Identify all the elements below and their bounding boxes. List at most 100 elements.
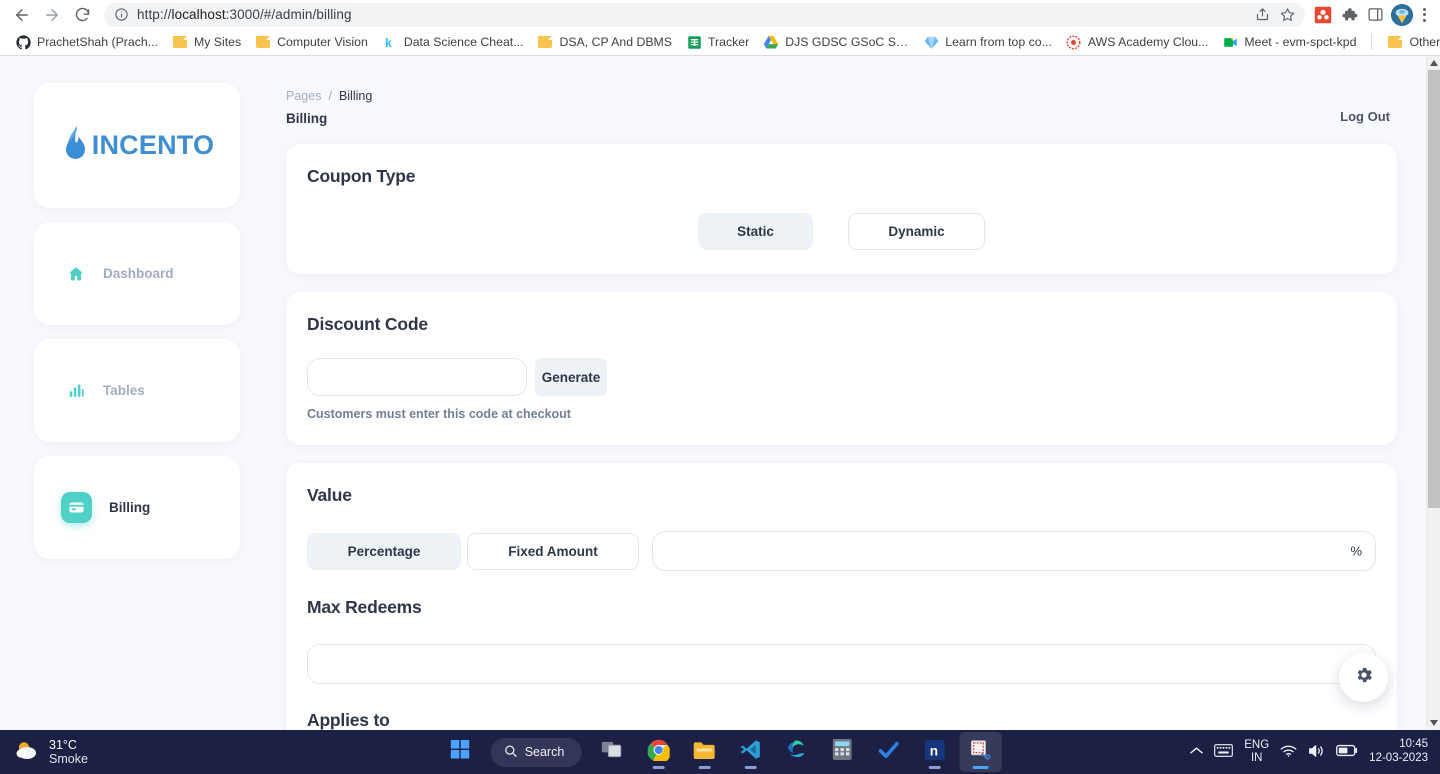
language-indicator[interactable]: ENG IN [1244, 739, 1269, 765]
logout-button[interactable]: Log Out [1340, 109, 1390, 124]
coupon-type-options: Static Dynamic [307, 213, 1376, 250]
extension-red-icon[interactable] [1313, 5, 1333, 25]
chrome-button[interactable] [637, 732, 679, 772]
profile-avatar[interactable] [1391, 3, 1413, 26]
value-percentage-button[interactable]: Percentage [307, 532, 461, 570]
taskbar-apps: Search n [439, 732, 1002, 772]
language-line-2: IN [1250, 752, 1263, 764]
edge-button[interactable] [775, 732, 817, 772]
coupon-type-card: Coupon Type Static Dynamic [286, 144, 1397, 274]
volume-icon[interactable] [1308, 744, 1325, 761]
scroll-up-arrow-icon[interactable] [1427, 56, 1440, 70]
file-explorer-button[interactable] [683, 732, 725, 772]
notion-button[interactable]: n [913, 732, 955, 772]
bookmark-item[interactable]: PrachetShah (Prach... [8, 31, 165, 53]
app-page: INCENTO Dashboard Tables Billing Pages /… [0, 56, 1426, 730]
chevron-up-icon[interactable] [1190, 746, 1204, 758]
brand-name: INCENTO [91, 130, 215, 160]
taskbar-weather-widget[interactable]: 31°C Smoke [0, 738, 88, 767]
kaggle-icon: k [382, 34, 398, 50]
back-arrow-icon[interactable] [8, 1, 36, 29]
sidebar-item-label: Dashboard [103, 266, 174, 281]
bookmark-item[interactable]: DJS GDSC GSoC Se... [756, 31, 916, 53]
taskbar-clock[interactable]: 10:45 12-03-2023 [1369, 738, 1428, 766]
sidebar-item-label: Billing [109, 500, 151, 515]
cloud-sun-icon [14, 738, 40, 767]
site-info-icon[interactable] [114, 7, 129, 22]
taskbar-search-label: Search [524, 745, 565, 759]
flame-logo-icon [60, 125, 90, 166]
sidebar-item-billing[interactable]: Billing [34, 456, 240, 559]
page-scrollbar[interactable] [1426, 56, 1440, 730]
clock-date: 12-03-2023 [1369, 752, 1428, 764]
wifi-icon[interactable] [1280, 744, 1297, 761]
side-panel-icon[interactable] [1365, 5, 1385, 25]
value-input-wrap: % [652, 531, 1376, 571]
value-suffix: % [1350, 543, 1362, 559]
main-content: Pages / Billing Billing Log Out Coupon T… [286, 56, 1426, 730]
scroll-down-arrow-icon[interactable] [1427, 716, 1440, 730]
discount-code-card: Discount Code Generate Customers must en… [286, 292, 1397, 445]
coupon-type-dynamic-button[interactable]: Dynamic [848, 213, 985, 250]
snipping-tool-icon [970, 739, 991, 765]
snipping-tool-button[interactable] [959, 732, 1002, 772]
sidebar-item-label: Tables [103, 383, 145, 398]
applies-to-title: Applies to [307, 710, 390, 730]
start-button[interactable] [439, 732, 481, 772]
sidebar-item-tables[interactable]: Tables [34, 339, 240, 442]
gem-icon [923, 34, 939, 50]
bookmark-item[interactable]: Learn from top co... [916, 31, 1059, 53]
forward-arrow-icon[interactable] [38, 1, 66, 29]
task-view-button[interactable] [591, 732, 633, 772]
breadcrumb: Pages / Billing [286, 89, 372, 103]
sidebar: INCENTO Dashboard Tables Billing [34, 83, 240, 559]
page-viewport: INCENTO Dashboard Tables Billing Pages /… [0, 56, 1440, 730]
folder-icon [1387, 34, 1403, 50]
bookmark-label: Tracker [708, 35, 750, 49]
folder-icon [255, 34, 271, 50]
bookmark-item[interactable]: Tracker [679, 31, 756, 53]
taskbar-search-button[interactable]: Search [490, 737, 582, 767]
value-fixed-amount-button[interactable]: Fixed Amount [467, 532, 639, 570]
generate-button[interactable]: Generate [535, 358, 607, 396]
breadcrumb-parent[interactable]: Pages [286, 89, 321, 103]
value-input[interactable] [652, 531, 1376, 571]
bookmark-item[interactable]: Computer Vision [248, 31, 375, 53]
bookmark-item[interactable]: My Sites [165, 31, 248, 53]
other-bookmarks-button[interactable]: Other bookmarks [1380, 31, 1440, 53]
keyboard-icon[interactable] [1214, 744, 1234, 760]
bookmark-label: AWS Academy Clou... [1087, 35, 1209, 49]
reload-icon[interactable] [68, 1, 96, 29]
todoist-button[interactable] [867, 732, 909, 772]
edge-icon [786, 739, 807, 765]
chrome-menu-icon[interactable] [1419, 7, 1430, 22]
credit-card-icon [61, 492, 92, 523]
scrollbar-thumb[interactable] [1428, 70, 1440, 508]
vs-code-button[interactable] [729, 732, 771, 772]
settings-fab-button[interactable] [1339, 653, 1388, 702]
bookmark-item[interactable]: DSA, CP And DBMS [530, 31, 679, 53]
bar-chart-icon [66, 381, 86, 401]
calculator-button[interactable] [821, 732, 863, 772]
discount-code-input[interactable] [307, 358, 527, 396]
bookmark-item[interactable]: k Data Science Cheat... [375, 31, 531, 53]
task-view-icon [601, 740, 623, 764]
sidebar-item-dashboard[interactable]: Dashboard [34, 222, 240, 325]
bookmark-star-icon[interactable] [1280, 7, 1295, 22]
vscode-icon [740, 739, 761, 765]
max-redeems-input[interactable] [307, 644, 1376, 684]
value-card: Value Percentage Fixed Amount % Max Rede… [286, 463, 1397, 730]
folder-icon [693, 740, 716, 765]
coupon-type-static-button[interactable]: Static [698, 213, 813, 250]
breadcrumb-block: Pages / Billing Billing [286, 89, 372, 126]
max-redeems-title: Max Redeems [307, 597, 422, 617]
extensions-puzzle-icon[interactable] [1339, 5, 1359, 25]
bookmark-item[interactable]: AWS Academy Clou... [1059, 31, 1216, 53]
address-bar[interactable]: http://localhost:3000/#/admin/billing [104, 2, 1305, 27]
bookmark-item[interactable]: Meet - evm-spct-kpd [1215, 31, 1363, 53]
chrome-icon [646, 739, 671, 766]
brand-card[interactable]: INCENTO [34, 83, 240, 208]
bookmark-label: Learn from top co... [945, 35, 1052, 49]
share-icon[interactable] [1255, 7, 1270, 22]
battery-icon[interactable] [1336, 744, 1358, 760]
